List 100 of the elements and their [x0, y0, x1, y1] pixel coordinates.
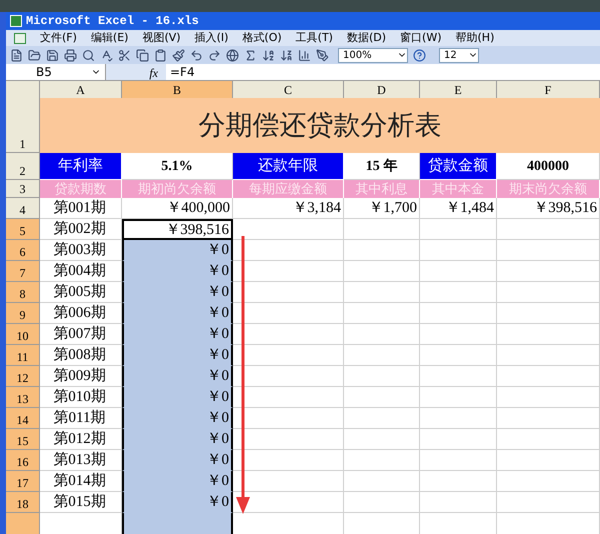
cut-icon[interactable] [118, 48, 131, 62]
table-cell[interactable]: ￥0 [122, 282, 233, 303]
row-header[interactable]: 2 [6, 153, 40, 180]
row-header[interactable]: 8 [6, 282, 40, 303]
column-title: 每期应缴金额 [233, 180, 344, 198]
chart-icon[interactable] [298, 48, 311, 62]
table-cell[interactable]: ￥0 [122, 345, 233, 366]
column-title: 期初尚欠余额 [122, 180, 233, 198]
row-header[interactable]: 15 [6, 429, 40, 450]
table-cell[interactable]: ￥0 [122, 240, 233, 261]
table-cell[interactable]: 第014期 [40, 471, 122, 492]
row-header[interactable]: 1 [6, 98, 40, 153]
row-header[interactable]: 3 [6, 180, 40, 198]
table-cell[interactable]: 第003期 [40, 240, 122, 261]
table-cell[interactable]: ￥0 [122, 324, 233, 345]
row-header[interactable]: 13 [6, 387, 40, 408]
excel-icon [10, 15, 22, 28]
row-header[interactable]: 11 [6, 345, 40, 366]
table-cell[interactable]: 第005期 [40, 282, 122, 303]
table-cell[interactable]: ￥0 [122, 450, 233, 471]
row-header[interactable]: 17 [6, 471, 40, 492]
new-file-icon[interactable] [10, 48, 23, 62]
function-label[interactable]: fx [106, 64, 166, 80]
window-title: Microsoft Excel - 16.xls [26, 13, 199, 30]
parameter-value: 5.1% [122, 153, 233, 180]
sort-descending-icon[interactable] [280, 48, 293, 62]
brush-icon[interactable] [172, 48, 185, 62]
undo-icon[interactable] [190, 48, 203, 62]
row-header[interactable]: 5 [6, 219, 40, 240]
table-cell[interactable]: 第012期 [40, 429, 122, 450]
menu-item[interactable]: 插入(I) [194, 30, 228, 47]
zoom-combo[interactable]: 100% [338, 48, 408, 63]
formula-field[interactable]: =F4 [166, 63, 195, 81]
help-icon[interactable] [413, 48, 426, 62]
table-cell[interactable]: 第015期 [40, 492, 122, 513]
menu-item[interactable]: 视图(V) [142, 30, 181, 47]
globe-icon[interactable] [226, 48, 239, 62]
preview-icon[interactable] [82, 48, 95, 62]
menu-item[interactable]: 工具(T) [296, 30, 333, 47]
row-header[interactable]: 6 [6, 240, 40, 261]
table-cell[interactable]: 第011期 [40, 408, 122, 429]
column-title: 其中利息 [344, 180, 420, 198]
row-header[interactable]: 18 [6, 492, 40, 513]
column-title: 其中本金 [420, 180, 497, 198]
printer-icon[interactable] [64, 48, 77, 62]
table-cell[interactable]: ￥400,000 [122, 198, 233, 219]
save-icon[interactable] [46, 48, 59, 62]
menu-item[interactable]: 数据(D) [346, 30, 386, 47]
table-cell[interactable]: ￥0 [122, 429, 233, 450]
redo-icon[interactable] [208, 48, 221, 62]
table-cell[interactable]: 第001期 [40, 198, 122, 219]
table-cell[interactable]: ￥1,484 [420, 198, 497, 219]
row-header[interactable]: 9 [6, 303, 40, 324]
table-cell[interactable]: ￥0 [122, 471, 233, 492]
table-cell[interactable]: ￥1,700 [344, 198, 420, 219]
menu-item[interactable]: 编辑(E) [90, 30, 128, 47]
menu-item[interactable]: 格式(O) [242, 30, 282, 47]
table-cell[interactable]: ￥0 [122, 492, 233, 513]
copy-icon[interactable] [136, 48, 149, 62]
table-cell[interactable]: 第008期 [40, 345, 122, 366]
folder-icon[interactable] [28, 48, 41, 62]
menu-item[interactable]: 帮助(H) [456, 30, 494, 47]
sort-ascending-icon[interactable] [262, 48, 275, 62]
row-header[interactable]: 14 [6, 408, 40, 429]
row-header[interactable]: 4 [6, 198, 40, 219]
column-title: 贷款期数 [40, 180, 122, 198]
table-cell[interactable]: ￥398,516 [122, 219, 233, 240]
table-cell[interactable]: ￥0 [122, 366, 233, 387]
table-cell[interactable]: ￥0 [122, 261, 233, 282]
row-header[interactable]: 10 [6, 324, 40, 345]
table-cell[interactable]: 第007期 [40, 324, 122, 345]
table-cell[interactable] [122, 513, 233, 534]
paste-icon[interactable] [154, 48, 167, 62]
sum-icon[interactable] [244, 48, 257, 62]
row-header[interactable]: 16 [6, 450, 40, 471]
table-cell[interactable]: ￥0 [122, 387, 233, 408]
table-cell[interactable]: 第009期 [40, 366, 122, 387]
table-cell[interactable]: ￥0 [122, 303, 233, 324]
spelling-icon[interactable] [100, 48, 113, 62]
parameter-label: 贷款金额 [420, 153, 497, 180]
drawing-icon[interactable] [316, 48, 329, 62]
menu-item[interactable]: 文件(F) [40, 30, 77, 47]
menu-item[interactable]: 窗口(W) [400, 30, 442, 47]
table-cell[interactable]: 第004期 [40, 261, 122, 282]
row-header[interactable]: 12 [6, 366, 40, 387]
table-cell[interactable]: 第006期 [40, 303, 122, 324]
font-size-combo[interactable]: 12 [439, 48, 479, 63]
parameter-value: 400000 [497, 153, 600, 180]
row-header[interactable]: 7 [6, 261, 40, 282]
table-cell[interactable]: ￥3,184 [233, 198, 344, 219]
table-cell[interactable]: 第002期 [40, 219, 122, 240]
table-cell[interactable]: ￥0 [122, 408, 233, 429]
column-title: 期末尚欠余额 [497, 180, 600, 198]
table-cell[interactable]: 第013期 [40, 450, 122, 471]
row-header[interactable] [6, 513, 40, 534]
table-cell[interactable]: ￥398,516 [497, 198, 600, 219]
parameter-label: 还款年限 [233, 153, 344, 180]
parameter-label: 年利率 [40, 153, 122, 180]
table-cell[interactable]: 第010期 [40, 387, 122, 408]
document-icon [14, 32, 26, 44]
